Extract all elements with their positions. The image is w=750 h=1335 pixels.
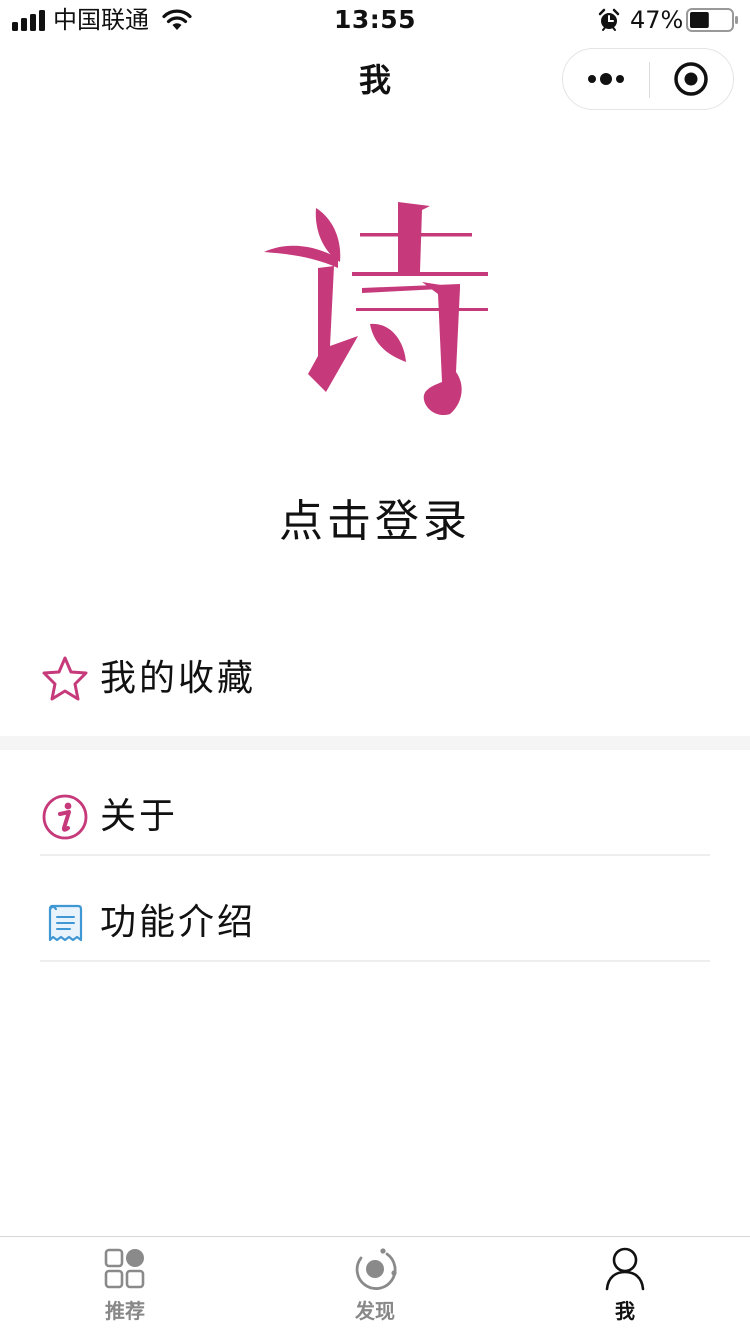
menu-label-intro: 功能介绍 bbox=[100, 902, 257, 943]
app-logo: 诗 bbox=[264, 202, 488, 416]
battery-percent: 47% bbox=[630, 6, 684, 34]
star-icon bbox=[42, 656, 88, 701]
discover-icon bbox=[355, 1248, 397, 1290]
close-miniprogram-icon[interactable] bbox=[673, 61, 709, 97]
menu-label-favorites: 我的收藏 bbox=[100, 658, 257, 699]
document-scroll-icon bbox=[48, 904, 83, 942]
alarm-icon bbox=[598, 8, 620, 31]
tab-me[interactable]: 我 bbox=[500, 1237, 750, 1335]
tab-discover[interactable]: 发现 bbox=[250, 1237, 500, 1335]
battery-icon bbox=[686, 8, 738, 32]
tab-bar: 推荐 发现 我 bbox=[0, 1236, 750, 1335]
info-icon bbox=[42, 794, 88, 840]
tab-label-recommend: 推荐 bbox=[105, 1299, 145, 1323]
tab-recommend[interactable]: 推荐 bbox=[0, 1237, 250, 1335]
menu-label-about: 关于 bbox=[100, 796, 179, 837]
menu-item-intro[interactable]: 功能介绍 bbox=[40, 896, 710, 962]
tab-label-me: 我 bbox=[615, 1299, 635, 1323]
grid-icon bbox=[104, 1248, 145, 1289]
menu-item-about[interactable]: 关于 bbox=[40, 790, 710, 856]
login-button[interactable]: 点击登录 bbox=[0, 492, 750, 552]
capsule-divider bbox=[649, 62, 650, 98]
tab-label-discover: 发现 bbox=[355, 1299, 395, 1323]
more-options-icon[interactable] bbox=[587, 67, 627, 91]
miniprogram-capsule bbox=[562, 48, 734, 110]
menu-item-favorites[interactable]: 我的收藏 bbox=[40, 652, 710, 708]
person-icon bbox=[605, 1247, 645, 1291]
status-bar: 中国联通 13:55 47% bbox=[0, 0, 750, 40]
section-divider bbox=[0, 736, 750, 750]
